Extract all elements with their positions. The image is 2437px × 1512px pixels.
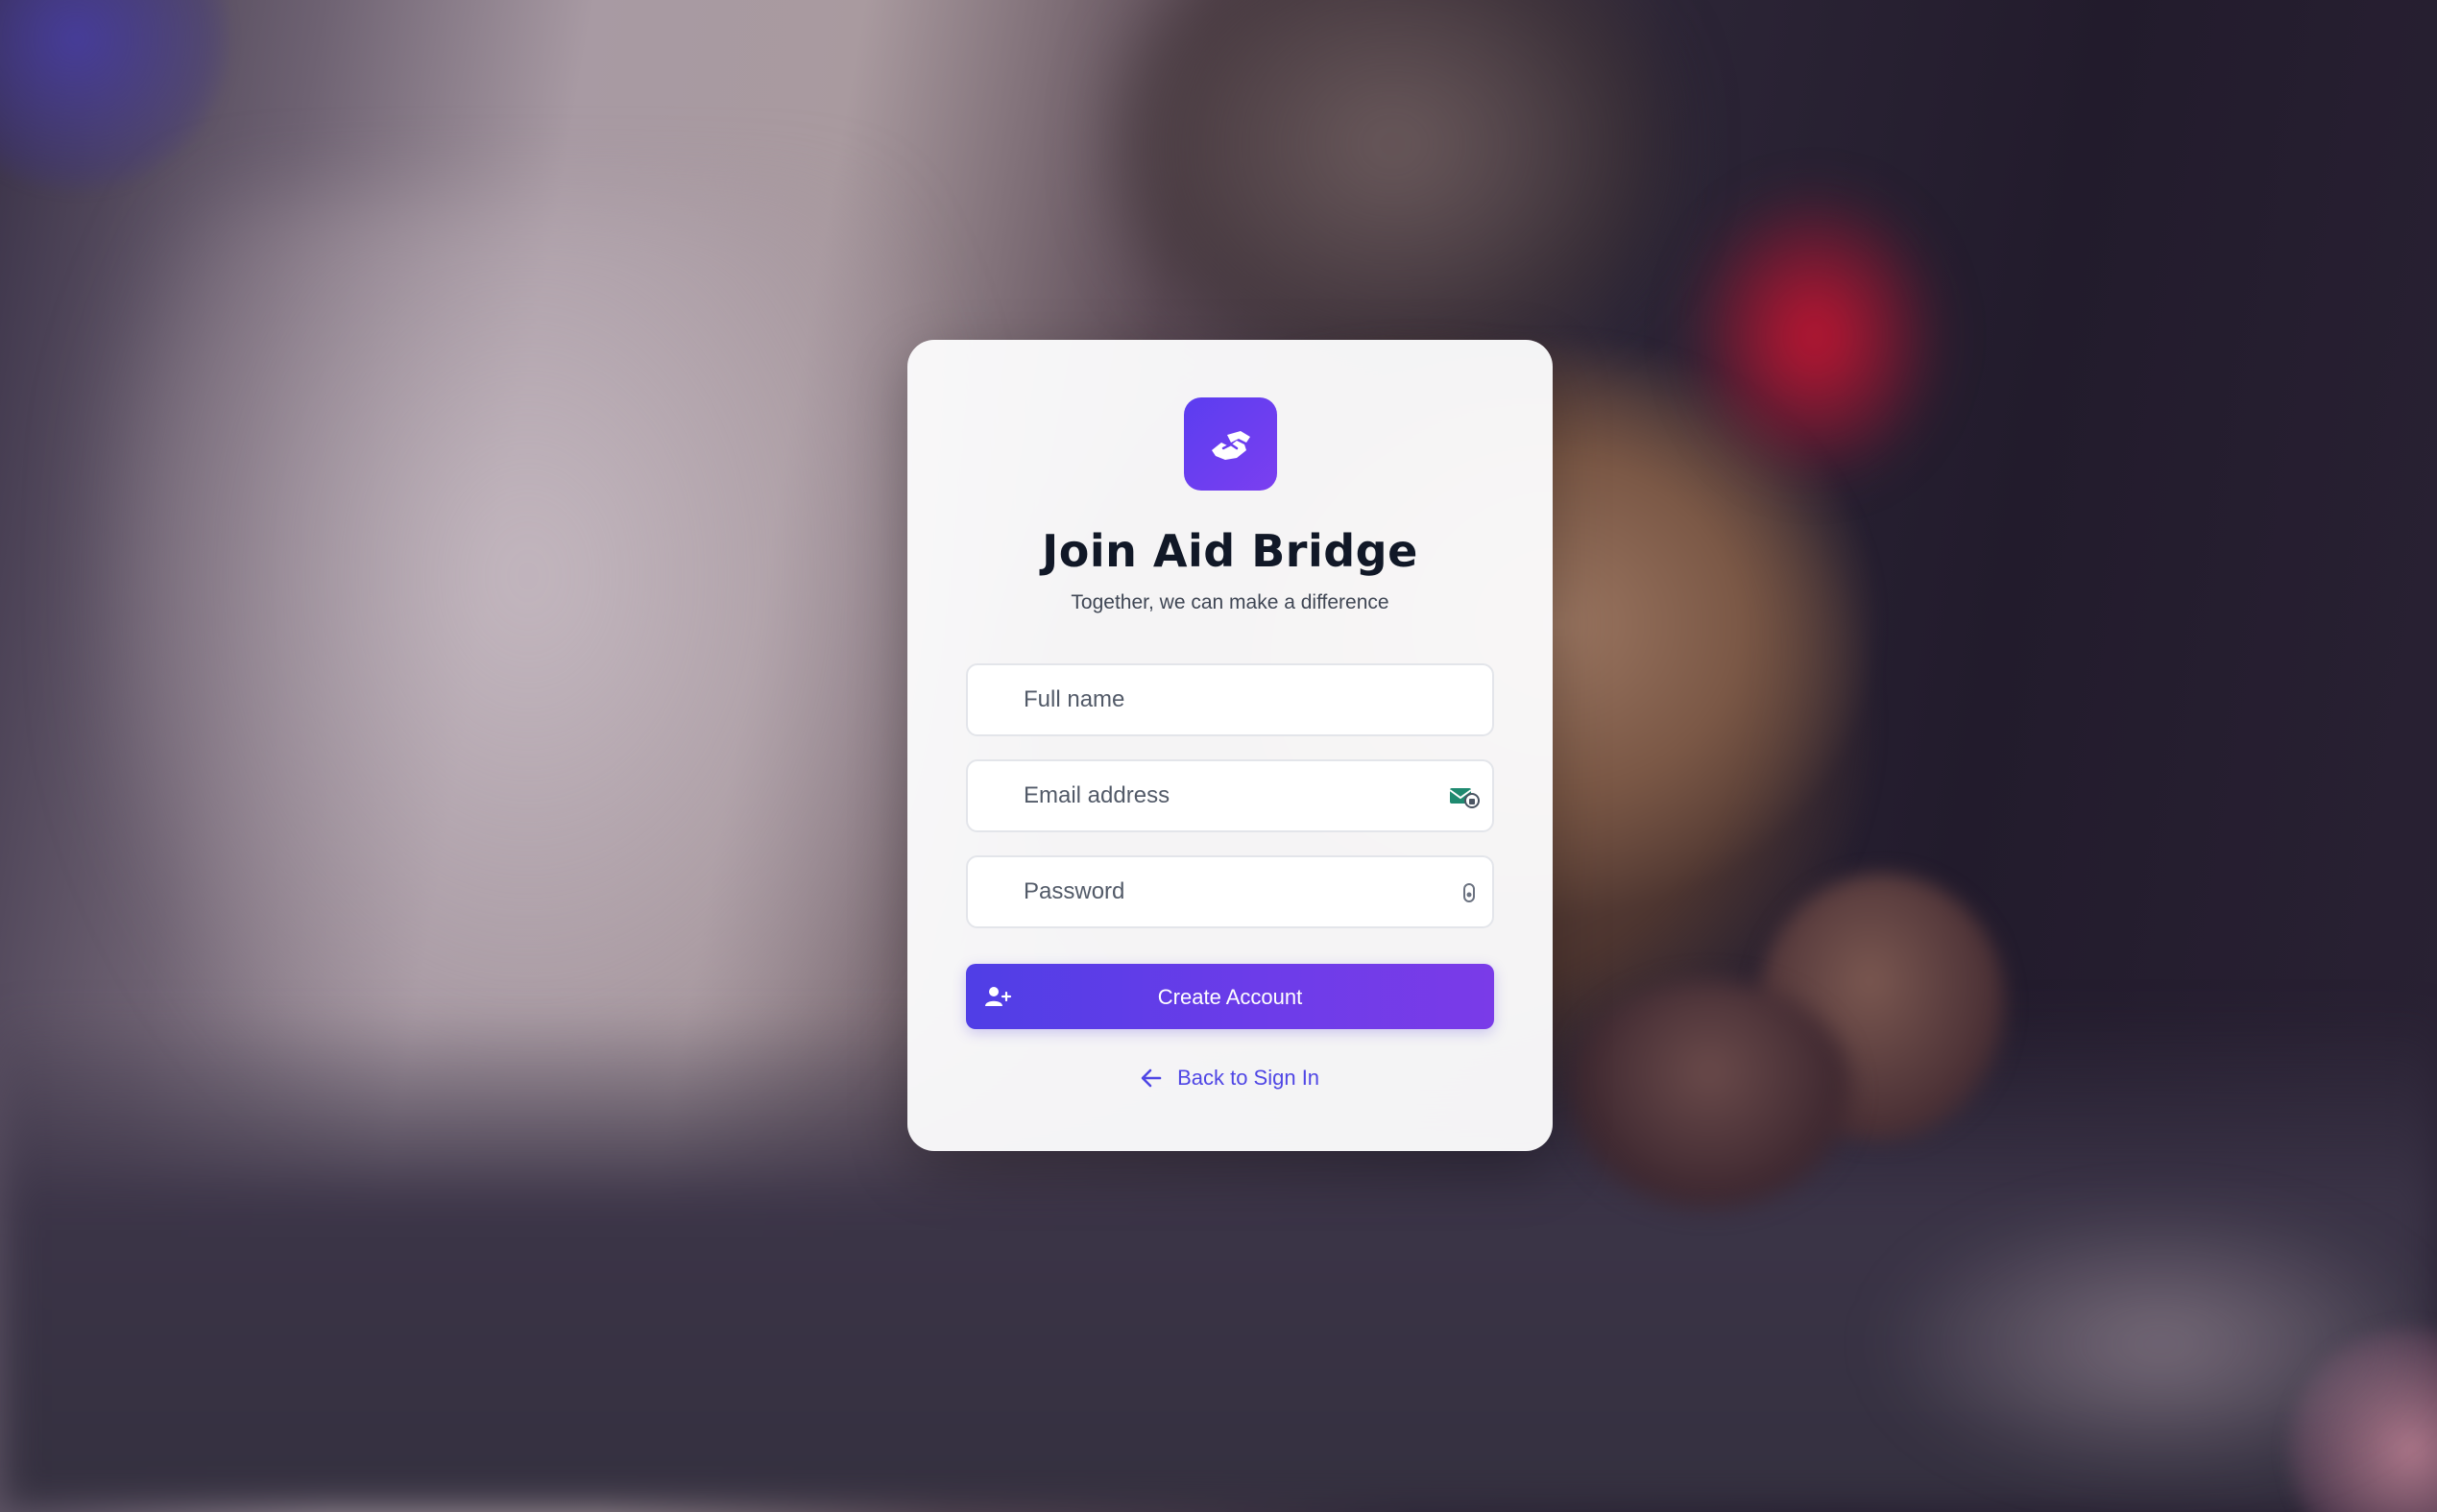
arrow-left-icon <box>1141 1068 1162 1088</box>
back-to-sign-in-label: Back to Sign In <box>1177 1066 1320 1091</box>
bg-finger <box>1565 979 1853 1210</box>
page-subtitle: Together, we can make a difference <box>1071 591 1389 613</box>
bg-glow <box>1872 1200 2437 1488</box>
page-title: Join Aid Bridge <box>1042 525 1418 577</box>
email-autofill-icon[interactable] <box>1448 782 1481 811</box>
bg-blue-bokeh <box>0 0 230 192</box>
password-key-icon[interactable] <box>1448 878 1481 907</box>
password-input[interactable] <box>968 857 1492 926</box>
background-photo: Join Aid Bridge Together, we can make a … <box>0 0 2437 1512</box>
email-field[interactable] <box>966 759 1494 832</box>
email-input[interactable] <box>968 761 1492 830</box>
app-logo <box>1184 397 1277 491</box>
full-name-field[interactable] <box>966 663 1494 736</box>
bg-red-bokeh <box>1690 192 1940 480</box>
password-field[interactable] <box>966 855 1494 928</box>
signup-card: Join Aid Bridge Together, we can make a … <box>907 340 1553 1151</box>
back-to-sign-in-link[interactable]: Back to Sign In <box>907 1065 1553 1091</box>
full-name-input[interactable] <box>968 665 1492 734</box>
handshake-icon <box>1211 430 1250 460</box>
create-account-label: Create Account <box>1157 985 1303 1009</box>
create-account-button[interactable]: Create Account <box>966 964 1494 1029</box>
